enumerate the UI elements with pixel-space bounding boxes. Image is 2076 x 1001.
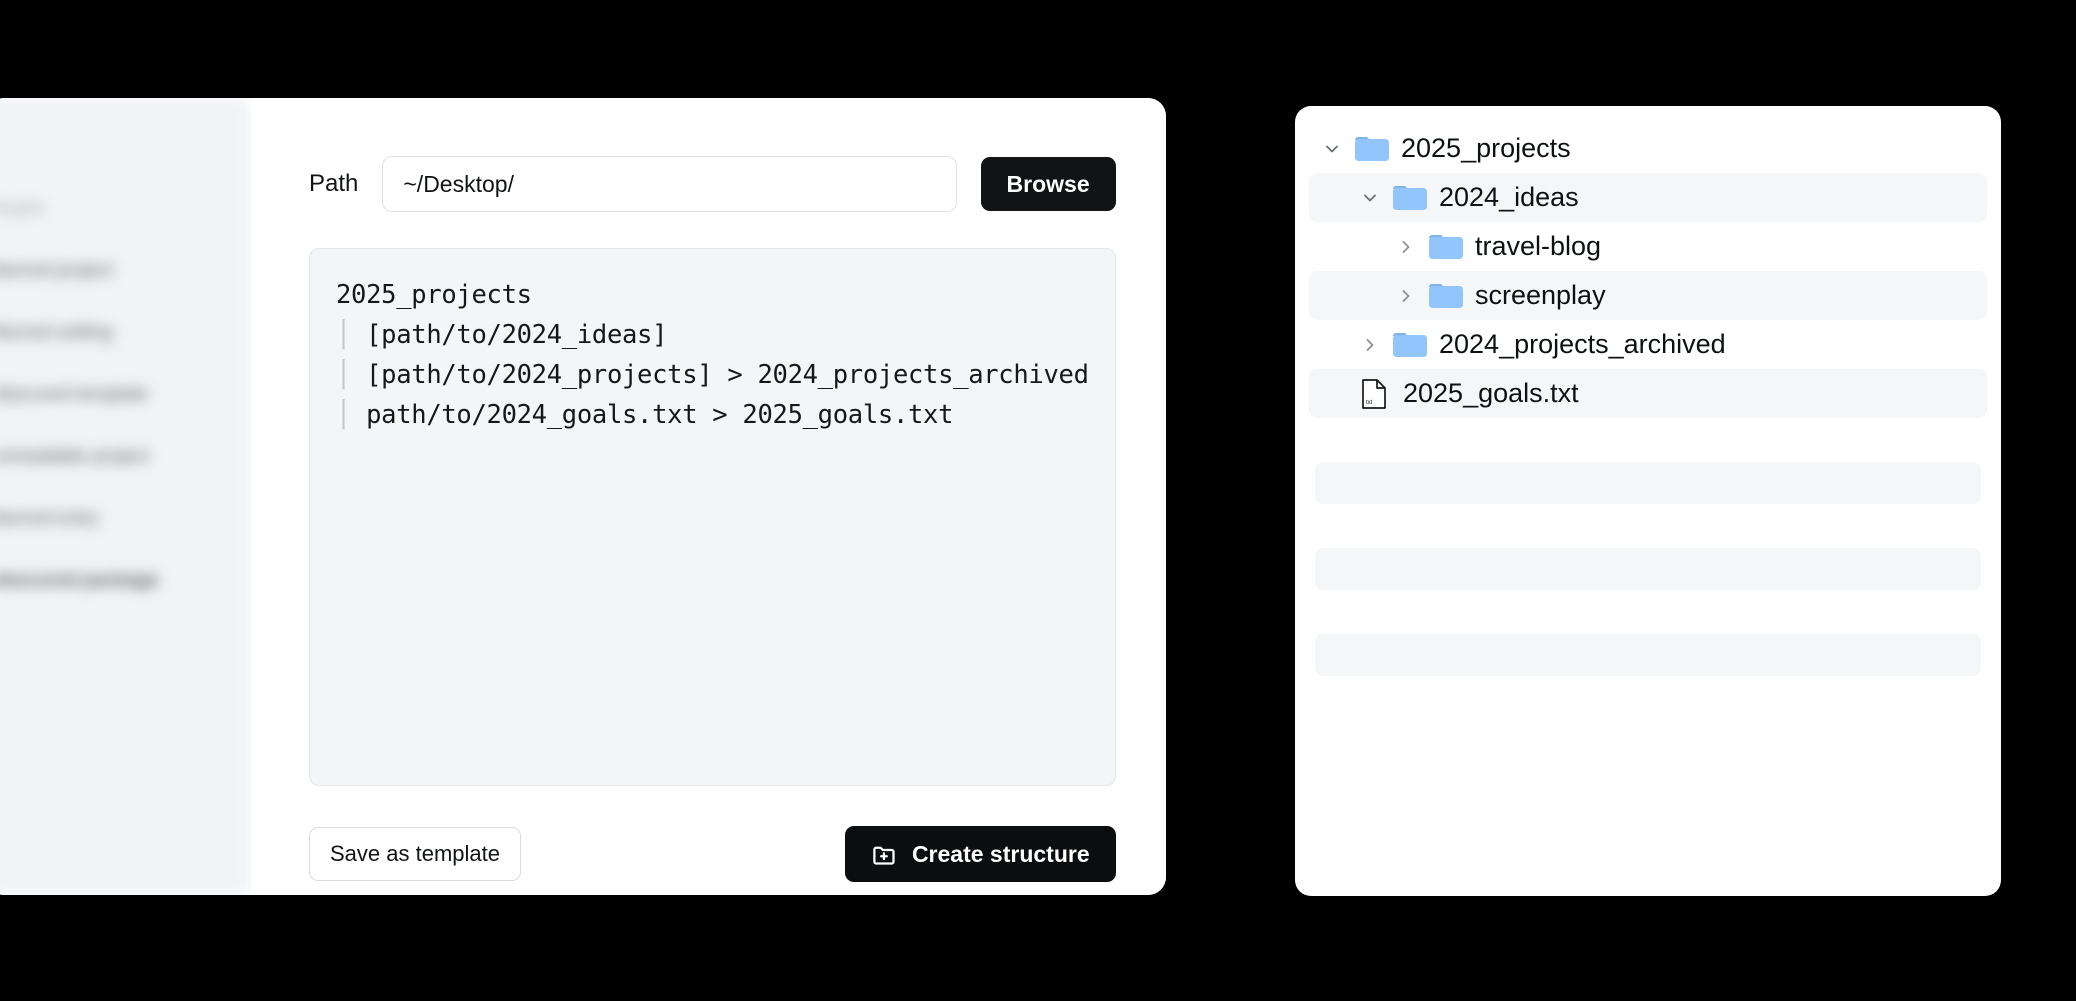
main-pane: Path Browse 2025_projects │ [path/to/202… [251,98,1166,895]
tree-node-label: travel-blog [1475,231,1602,261]
path-input[interactable] [382,156,957,212]
sidebar-item-label: blurred entry [0,508,99,529]
folder-icon [1423,232,1469,262]
sidebar-item-label: obscured template [0,384,149,405]
sidebar-item-label: blurred setting [0,322,113,343]
tree-gap [1309,440,1987,462]
tree-row[interactable]: 2025_projects [1309,124,1987,173]
sidebar-item-label: blurred project [0,260,114,281]
chevron-right-icon[interactable] [1353,335,1387,355]
indent-guide: │ [336,360,367,390]
folder-icon [1387,330,1433,360]
tree-row[interactable]: travel-blog [1309,222,1987,271]
footer-row: Save as template Create structure [309,826,1116,882]
folder-icon [1387,183,1433,213]
sidebar-item-2[interactable]: blurred setting [0,318,251,348]
sidebar-item-3[interactable]: obscured template [0,380,251,410]
sidebar-item-5[interactable]: blurred entry [0,504,251,534]
path-row: Path Browse [309,156,1116,212]
tree-node-label: screenplay [1475,280,1606,310]
sidebar[interactable]: illegible blurred project blurred settin… [0,98,251,895]
chevron-down-icon[interactable] [1353,188,1387,208]
structure-line-text: 2025_projects [336,280,532,310]
structure-line-text: [path/to/2024_projects] > 2024_projects_… [366,360,1089,390]
create-structure-label: Create structure [911,840,1090,867]
structure-line-2: │ [path/to/2024_projects] > 2024_project… [336,355,1089,395]
tree-gap [1309,418,1987,440]
sidebar-item-4[interactable]: unreadable project [0,442,251,472]
tree-row[interactable]: txt 2025_goals.txt [1309,369,1987,418]
tree-gap [1309,504,1987,526]
file-icon: txt [1351,378,1397,410]
folder-structure-app-window: illegible blurred project blurred settin… [0,98,1166,895]
chevron-right-icon[interactable] [1389,237,1423,257]
sidebar-item-0[interactable]: illegible [0,194,251,224]
create-structure-button[interactable]: Create structure [844,826,1116,882]
tree-placeholder-row [1315,634,1981,676]
tree-placeholder-row [1315,462,1981,504]
browse-button[interactable]: Browse [980,157,1116,211]
tree-node-label: 2024_projects_archived [1439,329,1726,359]
structure-textarea[interactable]: 2025_projects │ [path/to/2024_ideas] │ [… [309,248,1116,786]
tree-gap [1309,526,1987,548]
structure-line-text: path/to/2024_goals.txt > 2025_goals.txt [366,400,954,430]
tree-node-label: 2025_projects [1401,133,1571,163]
save-as-template-button[interactable]: Save as template [309,827,521,881]
structure-line-3: │ path/to/2024_goals.txt > 2025_goals.tx… [336,395,1089,435]
indent-guide: │ [336,320,367,350]
sidebar-item-label: unreadable project [0,446,150,467]
folder-tree-panel: 2025_projects 2024_ideas travel-blog scr… [1295,106,2001,896]
tree-node-label: 2025_goals.txt [1403,378,1579,408]
tree-row[interactable]: 2024_projects_archived [1309,320,1987,369]
svg-text:txt: txt [1366,400,1373,406]
folder-icon [1349,134,1395,164]
chevron-down-icon[interactable] [1315,139,1349,159]
structure-line-1: │ [path/to/2024_ideas] [336,315,1089,355]
structure-line-text: [path/to/2024_ideas] [366,320,668,350]
chevron-right-icon[interactable] [1389,286,1423,306]
path-label: Path [309,170,359,197]
sidebar-item-1[interactable]: blurred project [0,256,251,286]
tree-placeholder-row [1315,548,1981,590]
tree-gap [1309,612,1987,634]
tree-row[interactable]: screenplay [1309,271,1987,320]
sidebar-item-label: obscured package [0,570,159,591]
tree-node-label: 2024_ideas [1439,182,1579,212]
indent-guide: │ [336,400,367,430]
sidebar-item-label: illegible [0,200,46,217]
sidebar-item-6[interactable]: obscured package [0,566,251,596]
screen-root: illegible blurred project blurred settin… [0,0,2076,1001]
folder-icon [1423,281,1469,311]
tree-row[interactable]: 2024_ideas [1309,173,1987,222]
tree-gap [1309,590,1987,612]
folder-plus-icon [871,841,898,868]
structure-line-0: 2025_projects [336,275,1089,315]
